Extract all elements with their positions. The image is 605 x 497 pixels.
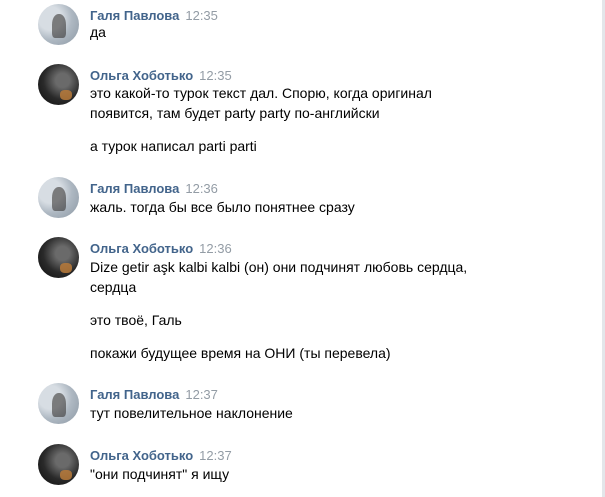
message-header: Галя Павлова 12:37	[90, 386, 218, 404]
message-text: покажи будущее время на ОНИ (ты перевела…	[90, 345, 391, 361]
message-text: Dize getir aşk kalbi kalbi (он) они подч…	[90, 259, 468, 275]
message-header: Галя Павлова 12:35	[90, 7, 218, 25]
avatar[interactable]	[38, 383, 79, 424]
author-name[interactable]: Ольга Хоботько	[90, 241, 193, 256]
author-name[interactable]: Галя Павлова	[90, 8, 179, 23]
message-text: это твоё, Галь	[90, 312, 182, 328]
message-time[interactable]: 12:35	[199, 68, 232, 83]
message-text: сердца	[90, 279, 137, 295]
message-text: жаль. тогда бы все было понятнее сразу	[90, 199, 355, 215]
avatar[interactable]	[38, 177, 79, 218]
message-time[interactable]: 12:36	[199, 241, 232, 256]
message-header: Галя Павлова 12:36	[90, 180, 218, 198]
message-header: Ольга Хоботько 12:37	[90, 447, 232, 465]
message-text: появится, там будет party party по-англи…	[90, 105, 380, 121]
message-time[interactable]: 12:37	[199, 448, 232, 463]
message-time[interactable]: 12:35	[185, 8, 218, 23]
message-text: "они подчинят" я ищу	[90, 466, 230, 482]
message-time[interactable]: 12:36	[185, 181, 218, 196]
avatar[interactable]	[38, 444, 79, 485]
message-text: это какой-то турок текст дал. Спорю, ког…	[90, 85, 432, 101]
avatar[interactable]	[38, 4, 79, 45]
message-time[interactable]: 12:37	[185, 387, 218, 402]
avatar[interactable]	[38, 64, 79, 105]
message-header: Ольга Хоботько 12:36	[90, 240, 232, 258]
avatar[interactable]	[38, 237, 79, 278]
message-text: а турок написал parti parti	[90, 138, 257, 154]
message-text: тут повелительное наклонение	[90, 405, 293, 421]
author-name[interactable]: Галя Павлова	[90, 181, 179, 196]
author-name[interactable]: Ольга Хоботько	[90, 68, 193, 83]
message-text: да	[90, 24, 106, 40]
author-name[interactable]: Галя Павлова	[90, 387, 179, 402]
author-name[interactable]: Ольга Хоботько	[90, 448, 193, 463]
